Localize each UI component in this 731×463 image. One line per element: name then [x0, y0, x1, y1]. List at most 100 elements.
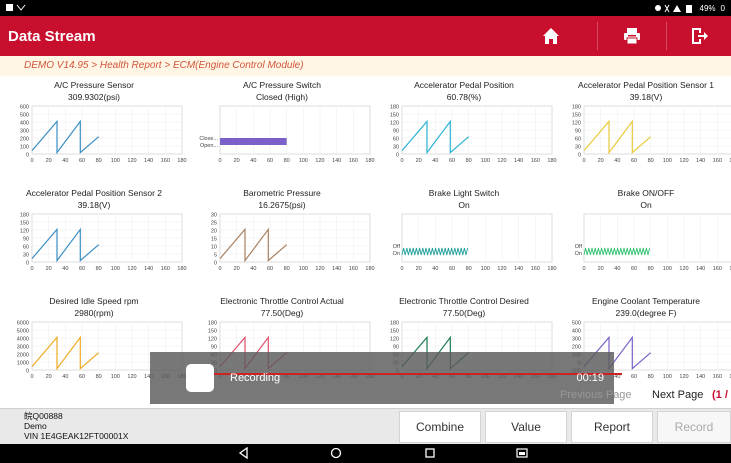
- y-tick-label: 120: [390, 121, 399, 127]
- vehicle-info: 皖Q00888 Demo VIN 1E4GEAK12FT00001X: [24, 411, 128, 441]
- chart-value: Closed (High): [256, 92, 308, 102]
- system-icons: [654, 4, 692, 13]
- chart-title: Accelerator Pedal Position Sensor 2: [25, 188, 163, 198]
- battery-level: 49%: [699, 3, 716, 13]
- x-tick-label: 0: [400, 266, 403, 272]
- x-tick-label: 120: [315, 158, 324, 164]
- chart-a-c-pressure-sensor[interactable]: A/C Pressure Sensor 309.9302(psi) 600 500 40…: [0, 78, 187, 180]
- x-tick-label: 160: [349, 266, 358, 272]
- exit-button[interactable]: [677, 16, 721, 56]
- recents-icon[interactable]: [424, 447, 436, 459]
- y-tick-label: 6000: [17, 321, 29, 327]
- x-tick-label: 20: [598, 158, 604, 164]
- x-tick-label: 20: [46, 374, 52, 380]
- y-tick-label: 100: [20, 145, 29, 151]
- x-tick-label: 120: [679, 266, 688, 272]
- x-tick-label: 80: [96, 374, 102, 380]
- y-tick-label: 0: [214, 261, 217, 267]
- x-tick-label: 140: [144, 158, 153, 164]
- chart-value: 39.18(V): [77, 200, 111, 210]
- x-tick-label: 80: [648, 158, 654, 164]
- y-tick-label: 90: [393, 129, 399, 135]
- x-tick-label: 120: [679, 374, 688, 380]
- x-tick-label: 100: [111, 158, 120, 164]
- pager: Previous Page Next Page (1 /: [560, 387, 731, 407]
- chart-accelerator-pedal-position-sensor-2[interactable]: Accelerator Pedal Position Sensor 2 39.18…: [0, 186, 187, 288]
- y-tick-label: 150: [20, 221, 29, 227]
- home-nav-icon[interactable]: [330, 447, 342, 459]
- chart-title: Electronic Throttle Control Actual: [220, 296, 344, 306]
- x-tick-label: 60: [79, 374, 85, 380]
- divider: [666, 22, 667, 50]
- value-button[interactable]: Value: [485, 411, 567, 443]
- x-tick-label: 80: [648, 266, 654, 272]
- y-tick-label: 150: [390, 329, 399, 335]
- chart-value: 60.78(%): [446, 92, 482, 102]
- navigation-bar: [0, 444, 731, 463]
- x-tick-label: 0: [582, 266, 585, 272]
- y-tick-label: 500: [572, 321, 581, 327]
- chart-value: 77.50(Deg): [442, 308, 486, 318]
- y-tick-label: 30: [575, 145, 581, 151]
- y-tick-label: 180: [20, 213, 29, 219]
- chart-value: 309.9302(psi): [68, 92, 120, 102]
- recording-overlay: Recording 00:19: [150, 352, 622, 404]
- y-tick-label: 120: [208, 337, 217, 343]
- chart-brake-on-off[interactable]: Brake ON/OFF On Off On 0 20 40 60 80 100 120 140 160…: [552, 186, 731, 288]
- x-tick-label: 40: [614, 266, 620, 272]
- x-tick-label: 120: [679, 158, 688, 164]
- report-button[interactable]: Report: [571, 411, 653, 443]
- x-tick-label: 100: [663, 158, 672, 164]
- chart-plot: OffOn020406080100120140160180: [393, 213, 557, 272]
- chart-accelerator-pedal-position[interactable]: Accelerator Pedal Position 60.78(%) 180 150…: [370, 78, 557, 180]
- home-button[interactable]: [529, 16, 573, 56]
- x-tick-label: 80: [466, 266, 472, 272]
- x-tick-label: 20: [46, 158, 52, 164]
- y-tick-label: 180: [572, 105, 581, 111]
- y-tick-label: Off: [575, 244, 583, 250]
- x-tick-label: 160: [349, 158, 358, 164]
- stop-recording-button[interactable]: [186, 364, 214, 392]
- chart-title: A/C Pressure Switch: [243, 80, 321, 90]
- y-tick-label: Open...: [200, 143, 219, 149]
- x-tick-label: 100: [481, 266, 490, 272]
- x-tick-label: 180: [177, 158, 186, 164]
- next-page-button[interactable]: Next Page: [652, 389, 703, 401]
- chart-brake-light-switch[interactable]: Brake Light Switch On Off On 0 20 40 60 80 100 120…: [370, 186, 557, 288]
- combine-button[interactable]: Combine: [399, 411, 481, 443]
- gallery-icon: [6, 3, 26, 11]
- recording-label: Recording: [230, 372, 281, 384]
- y-tick-label: 3000: [17, 345, 29, 351]
- chart-title: Accelerator Pedal Position: [414, 80, 514, 90]
- home-icon: [543, 28, 559, 44]
- x-tick-label: 80: [284, 266, 290, 272]
- x-tick-label: 20: [234, 158, 240, 164]
- x-tick-label: 40: [62, 158, 68, 164]
- screenshot-icon[interactable]: [516, 447, 528, 459]
- y-tick-label: 200: [20, 137, 29, 143]
- y-tick-label: 400: [20, 121, 29, 127]
- chart-value: 77.50(Deg): [260, 308, 304, 318]
- previous-page-button[interactable]: Previous Page: [560, 389, 632, 401]
- x-tick-label: 0: [582, 158, 585, 164]
- y-tick-label: 300: [572, 337, 581, 343]
- chart-a-c-pressure-switch[interactable]: A/C Pressure Switch Closed (High) Close...…: [188, 78, 374, 180]
- record-button[interactable]: Record: [657, 411, 731, 443]
- y-tick-label: 60: [23, 245, 29, 251]
- chart-accelerator-pedal-position-sensor-1[interactable]: Accelerator Pedal Position Sensor 1 39.18…: [552, 78, 731, 180]
- x-tick-label: 140: [696, 374, 705, 380]
- back-icon[interactable]: [238, 447, 250, 459]
- y-tick-label: 180: [390, 321, 399, 327]
- x-tick-label: 120: [315, 266, 324, 272]
- x-tick-label: 100: [663, 266, 672, 272]
- y-tick-label: 90: [23, 237, 29, 243]
- y-tick-label: 120: [572, 121, 581, 127]
- x-tick-label: 140: [514, 158, 523, 164]
- print-button[interactable]: [610, 16, 654, 56]
- x-tick-label: 140: [514, 266, 523, 272]
- x-tick-label: 140: [696, 158, 705, 164]
- x-tick-label: 80: [96, 158, 102, 164]
- screen: 49% 0 Data Stream DEMO V14.95 > Health R…: [0, 0, 731, 463]
- series-bar: [220, 138, 287, 145]
- chart-barometric-pressure[interactable]: Barometric Pressure 16.2675(psi) 30 25 20 15 1…: [188, 186, 375, 288]
